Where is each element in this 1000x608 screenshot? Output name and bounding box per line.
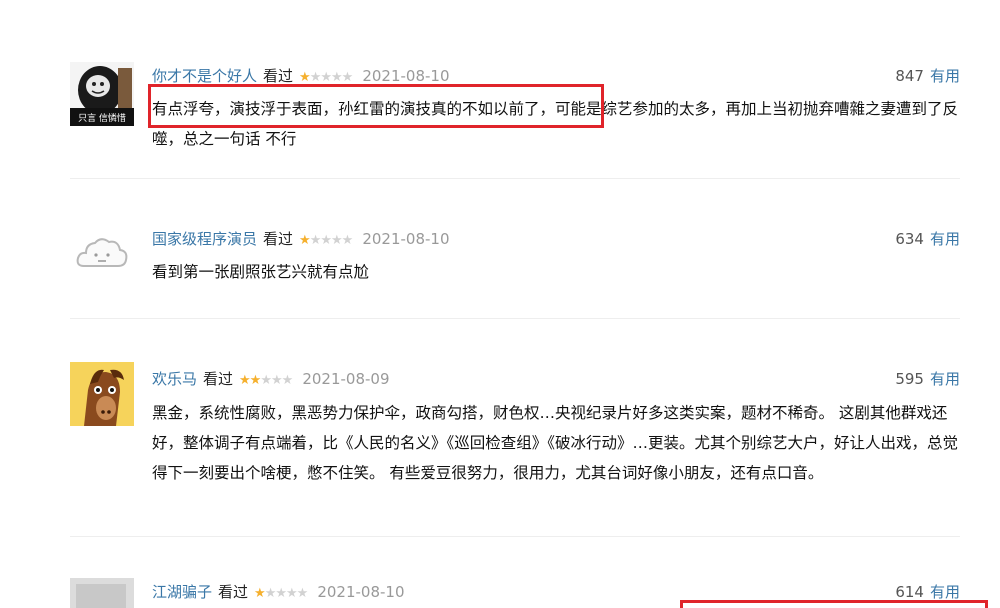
vote-count: 595 <box>895 370 924 388</box>
highlight-box <box>148 84 604 128</box>
avatar[interactable] <box>70 578 134 608</box>
review-meta: 国家级程序演员 看过 ★★★★★ 2021-08-10 <box>152 229 450 251</box>
useful-button[interactable]: 有用 <box>930 67 960 85</box>
vote-count: 847 <box>895 67 924 85</box>
vote-area: 614 有用 <box>895 582 960 602</box>
rating-stars: ★★★★★ <box>254 586 309 601</box>
username-link[interactable]: 江湖骗子 <box>152 583 212 601</box>
rating-stars: ★★★★★ <box>299 233 354 248</box>
star-icon: ★★★★ <box>264 586 309 601</box>
star-icon: ★★★★ <box>309 70 354 85</box>
review-date: 2021-08-09 <box>302 370 390 388</box>
watch-status: 看过 <box>218 583 249 601</box>
divider <box>70 318 960 319</box>
rating-stars: ★★★★★ <box>239 373 293 388</box>
vote-count: 634 <box>895 230 924 248</box>
review-text: 看到第一张剧照张艺兴就有点尬 <box>152 263 370 281</box>
vote-area: 595 有用 <box>895 369 960 389</box>
review-text: 黑金，系统性腐败，黑恶势力保护伞，政商勾搭，财色权…央视纪录片好多这类实案，题材… <box>152 404 959 482</box>
avatar[interactable]: 只言 信憐惜 <box>70 62 134 126</box>
review-date: 2021-08-10 <box>362 67 450 85</box>
review-date: 2021-08-10 <box>362 230 450 248</box>
star-icon: ★★★ <box>260 373 293 388</box>
review-meta: 欢乐马 看过 ★★★★★ 2021-08-09 <box>152 369 390 391</box>
avatar[interactable] <box>70 222 134 286</box>
useful-button[interactable]: 有用 <box>930 583 960 601</box>
star-icon: ★ <box>299 233 311 248</box>
watch-status: 看过 <box>263 67 294 85</box>
vote-count: 614 <box>895 583 924 601</box>
username-link[interactable]: 国家级程序演员 <box>152 230 257 248</box>
review-date: 2021-08-10 <box>317 583 405 601</box>
username-link[interactable]: 你才不是个好人 <box>152 67 257 85</box>
star-icon: ★ <box>299 70 311 85</box>
watch-status: 看过 <box>203 370 234 388</box>
divider <box>70 536 960 537</box>
star-icon: ★ <box>254 586 266 601</box>
review-meta: 江湖骗子 看过 ★★★★★ 2021-08-10 <box>152 582 405 604</box>
watch-status: 看过 <box>263 230 294 248</box>
vote-area: 634 有用 <box>895 229 960 249</box>
avatar-caption: 只言 信憐惜 <box>78 114 126 124</box>
username-link[interactable]: 欢乐马 <box>152 370 197 388</box>
rating-stars: ★★★★★ <box>299 70 354 85</box>
star-icon: ★★★★ <box>309 233 354 248</box>
vote-area: 847 有用 <box>895 66 960 86</box>
useful-button[interactable]: 有用 <box>930 230 960 248</box>
avatar[interactable] <box>70 362 134 426</box>
highlight-box <box>680 600 988 608</box>
divider <box>70 178 960 179</box>
cloud-face-icon <box>76 238 128 267</box>
useful-button[interactable]: 有用 <box>930 370 960 388</box>
star-icon: ★★ <box>239 373 261 388</box>
